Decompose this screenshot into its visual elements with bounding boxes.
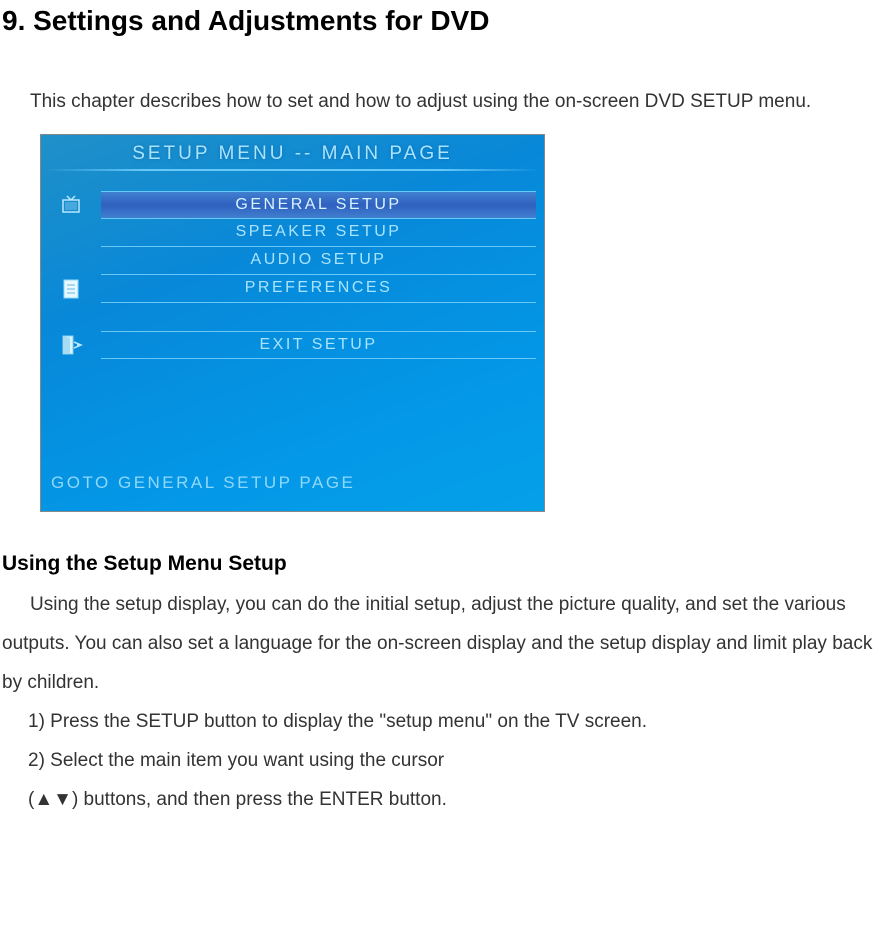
menu-item-preferences[interactable]: PREFERENCES	[101, 275, 536, 303]
menu-item-speaker-setup[interactable]: SPEAKER SETUP	[101, 219, 536, 247]
menu-item-exit-setup[interactable]: EXIT SETUP	[101, 331, 536, 359]
dvd-screen-title: SETUP MENU -- MAIN PAGE	[41, 135, 544, 169]
step-3: (▲▼) buttons, and then press the ENTER b…	[28, 781, 896, 820]
step-2: 2) Select the main item you want using t…	[28, 742, 896, 781]
menu-block: GENERAL SETUP SPEAKER SETUP AUDIO SETUP	[41, 191, 544, 359]
menu-row-exit[interactable]: EXIT SETUP	[41, 331, 544, 359]
menu-row-speaker[interactable]: SPEAKER SETUP	[41, 219, 544, 247]
subheading: Using the Setup Menu Setup	[0, 552, 896, 576]
intro-paragraph: This chapter describes how to set and ho…	[0, 82, 896, 122]
intro-text: This chapter describes how to set and ho…	[30, 91, 811, 112]
tv-icon-cell	[41, 193, 101, 217]
page-title: 9. Settings and Adjustments for DVD	[0, 5, 896, 37]
dvd-screenshot-container: SETUP MENU -- MAIN PAGE GENERAL SETUP SP…	[40, 134, 896, 512]
menu-item-audio-setup[interactable]: AUDIO SETUP	[101, 247, 536, 275]
exit-door-icon	[59, 334, 83, 356]
menu-item-general-setup[interactable]: GENERAL SETUP	[101, 191, 536, 219]
door-icon-cell	[41, 333, 101, 357]
page-icon-cell	[41, 277, 101, 301]
divider	[44, 169, 541, 171]
menu-row-general[interactable]: GENERAL SETUP	[41, 191, 544, 219]
screen-hint: GOTO GENERAL SETUP PAGE	[51, 473, 355, 493]
menu-row-audio[interactable]: AUDIO SETUP	[41, 247, 544, 275]
body-text: Using the setup display, you can do the …	[2, 594, 872, 693]
page-icon	[61, 278, 81, 300]
tv-icon	[59, 194, 83, 216]
menu-row-preferences[interactable]: PREFERENCES	[41, 275, 544, 303]
step-1: 1) Press the SETUP button to display the…	[28, 703, 896, 742]
body-paragraph: Using the setup display, you can do the …	[0, 586, 896, 703]
dvd-setup-screen: SETUP MENU -- MAIN PAGE GENERAL SETUP SP…	[40, 134, 545, 512]
